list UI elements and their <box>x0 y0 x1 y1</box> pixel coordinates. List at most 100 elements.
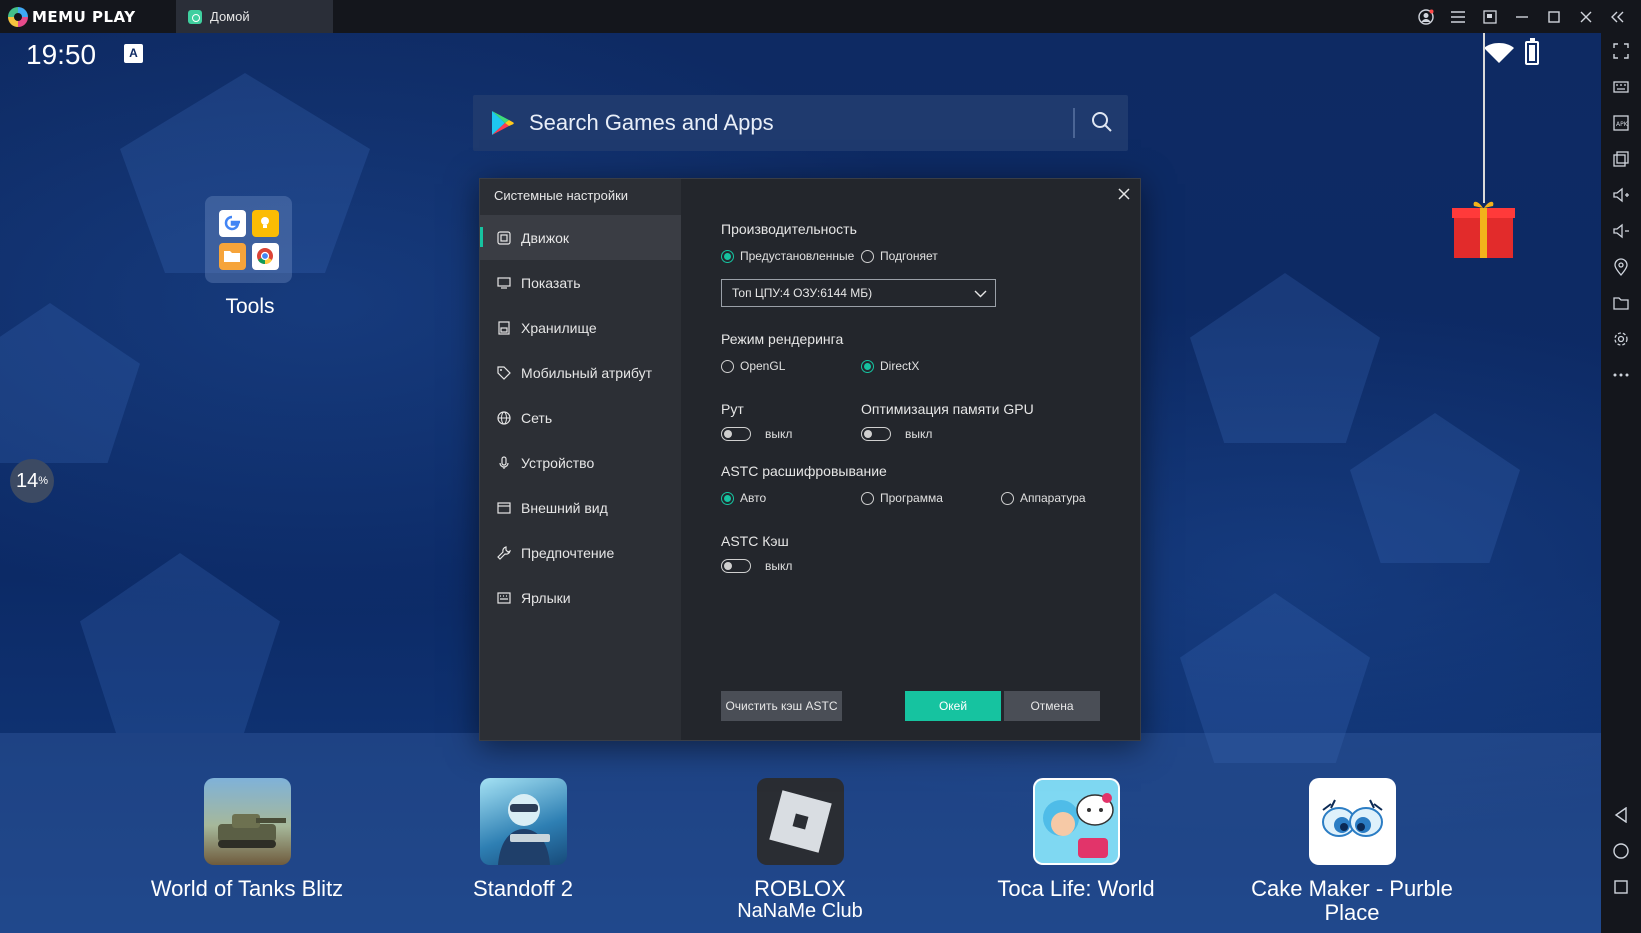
volume-down-icon[interactable] <box>1611 221 1631 241</box>
nav-label: Предпочтение <box>521 544 615 561</box>
root-toggle[interactable]: выкл <box>721 427 792 441</box>
app-toca-life[interactable]: Toca Life: World <box>946 778 1206 901</box>
app-roblox[interactable]: ROBLOX NaNaMe Club <box>670 778 930 921</box>
display-icon <box>496 275 511 290</box>
home-icon[interactable] <box>1611 841 1631 861</box>
multi-window-icon[interactable] <box>1481 8 1499 26</box>
search-divider <box>1073 108 1075 138</box>
radio-label: OpenGL <box>740 359 786 373</box>
chevron-down-icon <box>974 290 987 298</box>
app-standoff-2[interactable]: Standoff 2 <box>393 778 653 901</box>
title-bar: MEMU PLAY Домой <box>0 0 1641 33</box>
apk-install-icon[interactable]: APK <box>1611 113 1631 133</box>
radio-opengl[interactable]: OpenGL <box>721 359 785 373</box>
menu-icon[interactable] <box>1449 8 1467 26</box>
toggle-switch[interactable] <box>721 559 751 573</box>
app-world-of-tanks[interactable]: World of Tanks Blitz <box>117 778 377 901</box>
svg-text:APK: APK <box>1616 121 1629 128</box>
location-icon[interactable] <box>1611 257 1631 277</box>
back-icon[interactable] <box>1611 805 1631 825</box>
gpu-memory-title: Оптимизация памяти GPU <box>861 401 1034 417</box>
cancel-button[interactable]: Отмена <box>1004 691 1100 721</box>
radio-dot-checked <box>721 491 734 505</box>
app-cake-maker[interactable]: Cake Maker - Purble Place <box>1222 778 1482 925</box>
wifi-icon <box>1484 43 1514 63</box>
ok-button[interactable]: Окей <box>905 691 1001 721</box>
battery-icon <box>1525 38 1539 65</box>
root-title: Рут <box>721 401 744 417</box>
keyboard-mapping-icon[interactable] <box>1611 77 1631 97</box>
boost-unit: % <box>38 475 49 487</box>
app-sublabel: NaNaMe Club <box>737 900 863 922</box>
toggle-switch[interactable] <box>721 427 751 441</box>
maximize-icon[interactable] <box>1545 8 1563 26</box>
cake-maker-icon <box>1308 778 1396 865</box>
radio-dot <box>861 249 874 263</box>
google-icon <box>218 209 246 237</box>
search-bar[interactable]: Search Games and Apps <box>473 95 1128 151</box>
tools-folder[interactable] <box>205 196 292 283</box>
system-settings-dialog: Системные настройки Движок Показать Хран… <box>479 178 1141 741</box>
nav-item-storage[interactable]: Хранилище <box>480 305 681 350</box>
memory-boost-button[interactable]: 14% <box>10 459 54 503</box>
gift-icon[interactable] <box>1452 198 1515 258</box>
nav-item-preference[interactable]: Предпочтение <box>480 530 681 575</box>
nav-label: Ярлыки <box>521 589 571 606</box>
clear-astc-cache-button[interactable]: Очистить кэш ASTC <box>721 691 842 721</box>
toggle-state: выкл <box>765 559 793 573</box>
radio-label: DirectX <box>880 359 920 373</box>
radio-custom[interactable]: Подгоняет <box>861 249 938 263</box>
nav-label: Устройство <box>521 454 595 471</box>
settings-sidebar: Системные настройки Движок Показать Хран… <box>480 179 681 740</box>
account-icon[interactable] <box>1417 8 1435 26</box>
radio-preset[interactable]: Предустановленные <box>721 249 854 263</box>
astc-cache-toggle[interactable]: выкл <box>721 559 792 573</box>
volume-up-icon[interactable] <box>1611 185 1631 205</box>
settings-gear-icon[interactable] <box>1611 329 1631 349</box>
roblox-icon <box>756 778 844 865</box>
nav-item-shortcuts[interactable]: Ярлыки <box>480 575 681 620</box>
fullscreen-icon[interactable] <box>1611 41 1631 61</box>
radio-hardware[interactable]: Аппаратура <box>1001 491 1086 505</box>
close-window-icon[interactable] <box>1577 8 1595 26</box>
app-dock: World of Tanks Blitz Standoff 2 ROBLOX N… <box>0 733 1601 933</box>
window-controls <box>1417 0 1627 33</box>
nav-item-device[interactable]: Устройство <box>480 440 681 485</box>
multi-instance-icon[interactable] <box>1611 149 1631 169</box>
nav-item-engine[interactable]: Движок <box>480 215 681 260</box>
minimize-icon[interactable] <box>1513 8 1531 26</box>
nav-item-mobile-attribute[interactable]: Мобильный атрибут <box>480 350 681 395</box>
performance-select[interactable]: Топ ЦПУ:4 ОЗУ:6144 МБ) <box>721 279 996 307</box>
radio-dot-checked <box>861 359 874 373</box>
gpu-memory-toggle[interactable]: выкл <box>861 427 932 441</box>
recent-apps-icon[interactable] <box>1611 877 1631 897</box>
world-of-tanks-icon <box>203 778 291 865</box>
engine-icon <box>496 230 511 245</box>
search-icon[interactable] <box>1090 110 1114 134</box>
radio-software[interactable]: Программа <box>861 491 943 505</box>
android-screen: 19:50 A Search Games and Apps Tools 14% <box>0 33 1601 933</box>
appearance-icon <box>496 500 511 515</box>
toca-life-icon <box>1032 778 1120 865</box>
collapse-sidebar-icon[interactable] <box>1609 8 1627 26</box>
app-label: Toca Life: World <box>997 876 1155 901</box>
radio-directx[interactable]: DirectX <box>861 359 919 373</box>
more-icon[interactable] <box>1611 365 1631 385</box>
radio-label: Авто <box>740 491 767 505</box>
radio-label: Программа <box>880 491 943 505</box>
performance-title: Производительность <box>721 221 857 237</box>
files-icon <box>218 242 246 270</box>
tab-home[interactable]: Домой <box>176 0 333 33</box>
shared-folder-icon[interactable] <box>1611 293 1631 313</box>
nav-item-network[interactable]: Сеть <box>480 395 681 440</box>
search-input[interactable]: Search Games and Apps <box>529 110 774 136</box>
play-store-icon <box>492 111 514 135</box>
toggle-switch[interactable] <box>861 427 891 441</box>
radio-label: Предустановленные <box>740 249 855 263</box>
radio-auto[interactable]: Авто <box>721 491 766 505</box>
dialog-title: Системные настройки <box>494 188 629 203</box>
nav-item-appearance[interactable]: Внешний вид <box>480 485 681 530</box>
nav-item-display[interactable]: Показать <box>480 260 681 305</box>
gift-string <box>1483 33 1485 203</box>
render-title: Режим рендеринга <box>721 331 844 347</box>
